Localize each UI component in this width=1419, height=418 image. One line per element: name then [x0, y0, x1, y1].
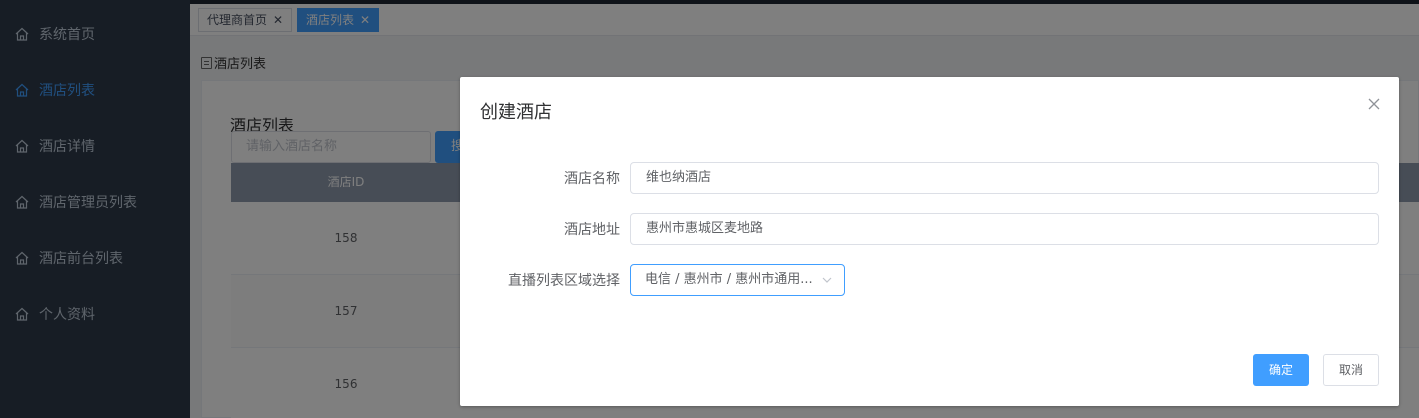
hotel-name-label: 酒店名称 [564, 171, 620, 187]
hotel-address-field[interactable]: 惠州市惠城区麦地路 [630, 213, 1379, 245]
confirm-button[interactable]: 确定 [1253, 354, 1309, 386]
cancel-button[interactable]: 取消 [1323, 354, 1379, 386]
create-hotel-dialog: 创建酒店 酒店名称 维也纳酒店 酒店地址 惠州市惠城区麦地路 直播列表区域选择 … [460, 77, 1399, 406]
dialog-title: 创建酒店 [480, 102, 552, 123]
region-select-value: 电信 / 惠州市 / 惠州市通用... [645, 272, 813, 287]
region-cascader[interactable]: 电信 / 惠州市 / 惠州市通用... [630, 264, 845, 296]
chevron-down-icon [822, 277, 832, 283]
region-select-label: 直播列表区域选择 [508, 273, 620, 289]
close-icon[interactable] [1367, 97, 1381, 111]
hotel-name-field[interactable]: 维也纳酒店 [630, 162, 1379, 194]
hotel-address-label: 酒店地址 [564, 222, 620, 238]
